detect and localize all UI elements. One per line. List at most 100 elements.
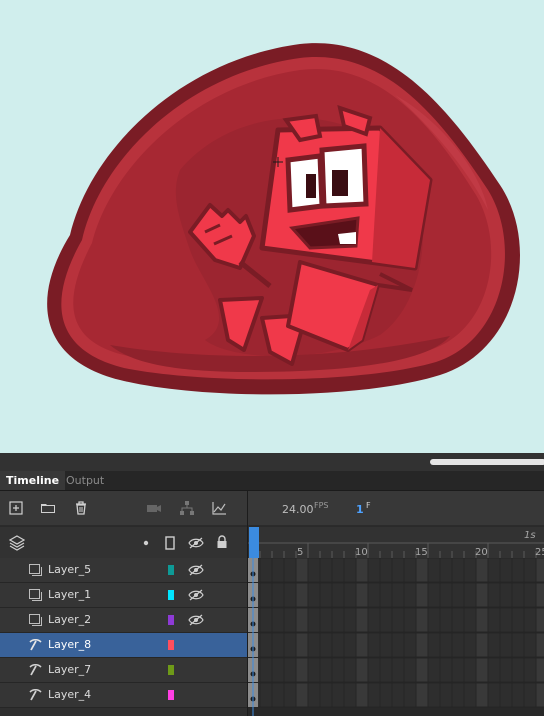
panel-tab-bar: Timeline Output — [0, 471, 544, 491]
stage-canvas[interactable] — [0, 0, 544, 453]
new-layer-icon[interactable] — [8, 500, 24, 516]
layer-color-swatch[interactable] — [168, 565, 174, 575]
frame-cell — [271, 582, 285, 608]
pickaxe-icon — [29, 639, 42, 651]
frame-cell — [499, 682, 513, 708]
frame-label: F — [366, 501, 371, 510]
frame-cell — [475, 607, 489, 633]
camera-icon[interactable] — [146, 500, 162, 516]
frame-cell — [535, 682, 544, 708]
new-folder-icon[interactable] — [40, 500, 56, 516]
scrollbar-thumb[interactable] — [430, 459, 544, 465]
timeline-ruler[interactable]: 5 10 15 20 25 1s — [248, 526, 544, 563]
layer-color-swatch[interactable] — [168, 690, 174, 700]
layers-icon[interactable] — [9, 535, 25, 551]
frame-cell — [523, 682, 537, 708]
frame-cell — [511, 632, 525, 658]
layer-type-icon — [29, 564, 42, 576]
frame-cell — [379, 632, 393, 658]
frame-cell — [475, 582, 489, 608]
fps-label: FPS — [314, 501, 329, 510]
frame-cell — [499, 582, 513, 608]
frame-cell — [259, 657, 273, 683]
frame-cell — [523, 632, 537, 658]
layer-parenting-icon[interactable] — [179, 500, 195, 516]
eye-off-icon[interactable] — [188, 589, 204, 601]
layer-row-layer-2[interactable]: Layer_2 — [0, 608, 247, 633]
frame-cell — [403, 682, 417, 708]
frame-cell — [463, 632, 477, 658]
frame-cell — [451, 657, 465, 683]
layer-row-layer-7[interactable]: Layer_7 — [0, 658, 247, 683]
stage-horizontal-scrollbar[interactable] — [0, 453, 544, 471]
layer-name[interactable]: Layer_8 — [48, 638, 91, 651]
playhead[interactable] — [249, 527, 259, 563]
tab-output[interactable]: Output — [60, 471, 110, 490]
dot-icon[interactable] — [143, 540, 149, 546]
frame-cell — [355, 607, 369, 633]
frame-cell — [511, 607, 525, 633]
layer-row-layer-5[interactable]: Layer_5 — [0, 558, 247, 583]
layer-color-swatch[interactable] — [168, 590, 174, 600]
graph-icon[interactable] — [211, 500, 227, 516]
frame-cell — [391, 632, 405, 658]
layer-type-icon — [29, 614, 42, 626]
frame-cell — [367, 582, 381, 608]
frame-cell — [283, 632, 297, 658]
frame-cell — [271, 632, 285, 658]
frame-cell — [487, 632, 501, 658]
frame-cell — [379, 558, 393, 583]
frame-cell — [427, 607, 441, 633]
frame-cell — [367, 682, 381, 708]
frame-cell — [499, 632, 513, 658]
frame-cell — [319, 682, 333, 708]
frame-cell — [439, 632, 453, 658]
frame-cell — [295, 558, 309, 583]
frame-cell — [307, 632, 321, 658]
frame-cell — [343, 682, 357, 708]
layer-name[interactable]: Layer_5 — [48, 563, 91, 576]
layer-name[interactable]: Layer_2 — [48, 613, 91, 626]
frame-cell — [451, 607, 465, 633]
ruler-second-marker: 1s — [524, 530, 536, 541]
frame-cell — [451, 682, 465, 708]
frame-cell — [403, 607, 417, 633]
frame-cell — [319, 582, 333, 608]
delete-layer-icon[interactable] — [73, 500, 89, 516]
layer-color-swatch[interactable] — [168, 615, 174, 625]
layer-name[interactable]: Layer_4 — [48, 688, 91, 701]
eye-off-icon[interactable] — [188, 614, 204, 626]
current-frame-value[interactable]: 1 — [356, 503, 364, 516]
lock-icon[interactable] — [216, 535, 228, 549]
tab-timeline[interactable]: Timeline — [0, 471, 66, 490]
layer-row-layer-4[interactable]: Layer_4 — [0, 683, 247, 708]
frame-cell — [427, 657, 441, 683]
ruler-ticks — [248, 542, 544, 559]
layer-row-layer-8[interactable]: Layer_8 — [0, 633, 247, 658]
frame-cell — [343, 558, 357, 583]
outline-icon[interactable] — [165, 536, 175, 550]
frame-cell — [355, 682, 369, 708]
frame-cell — [271, 657, 285, 683]
layer-name[interactable]: Layer_1 — [48, 588, 91, 601]
frame-cell — [463, 582, 477, 608]
frame-cell — [415, 657, 429, 683]
frame-cell — [415, 607, 429, 633]
frame-cell — [367, 607, 381, 633]
layer-row-layer-1[interactable]: Layer_1 — [0, 583, 247, 608]
frame-cell — [379, 657, 393, 683]
fps-value[interactable]: 24.00 — [282, 503, 314, 516]
eye-off-icon[interactable] — [188, 537, 204, 549]
layer-color-swatch[interactable] — [168, 640, 174, 650]
frame-cell — [283, 558, 297, 583]
frame-cell — [259, 682, 273, 708]
eye-off-icon[interactable] — [188, 564, 204, 576]
frames-grid[interactable] — [248, 558, 544, 716]
layer-name[interactable]: Layer_7 — [48, 663, 91, 676]
frame-cell — [379, 607, 393, 633]
frame-cell — [259, 607, 273, 633]
frame-cell — [283, 582, 297, 608]
layer-color-swatch[interactable] — [168, 665, 174, 675]
ruler-label-25: 25 — [535, 547, 544, 558]
frame-cell — [487, 607, 501, 633]
